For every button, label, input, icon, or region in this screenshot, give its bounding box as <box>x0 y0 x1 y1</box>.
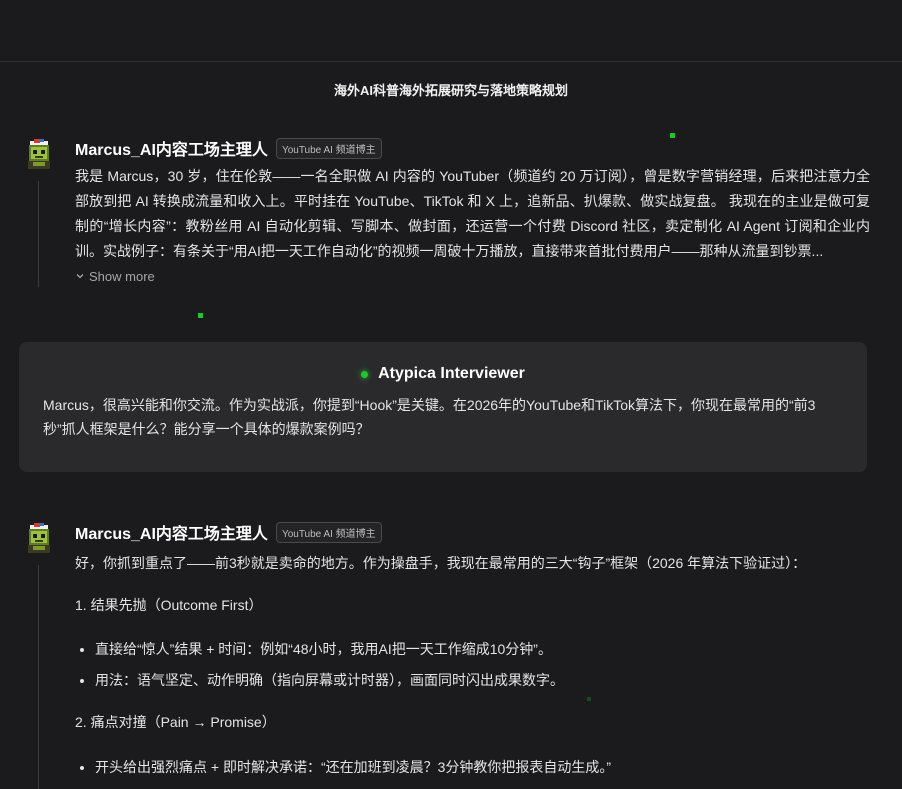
author-badge: YouTube AI 频道博主 <box>275 137 382 159</box>
list-item: 开头给出强烈痛点 + 即时解决承诺：“还在加班到凌晨？3分钟教你把报表自动生成。… <box>95 756 870 778</box>
persona-intro-message: Marcus_AI内容工场主理人 YouTube AI 频道博主 我是 Marc… <box>24 137 874 297</box>
interviewer-header: Atypica Interviewer <box>19 365 867 383</box>
interviewer-message: Atypica Interviewer Marcus，很高兴能和你交流。作为实战… <box>19 342 867 472</box>
author-row: Marcus_AI内容工场主理人 YouTube AI 频道博主 <box>75 137 870 159</box>
persona-intro-text: 我是 Marcus，30 岁，住在伦敦——一名全职做 AI 内容的 YouTub… <box>75 168 870 259</box>
decor-dot <box>198 313 203 318</box>
interviewer-question: Marcus，很高兴能和你交流。作为实战派，你提到“Hook”是关键。在2026… <box>43 397 816 437</box>
message-content: Marcus_AI内容工场主理人 YouTube AI 频道博主 好，你抓到重点… <box>75 521 870 778</box>
author-badge: YouTube AI 频道博主 <box>275 521 382 543</box>
avatar-icon[interactable] <box>24 137 54 171</box>
bullet-list: 直接给“惊人”结果 + 时间：例如“48小时，我用AI把一天工作缩成10分钟”。… <box>75 638 870 691</box>
top-bar <box>0 0 902 62</box>
interviewer-name: Atypica Interviewer <box>378 365 525 382</box>
reply-lead: 好，你抓到重点了——前3秒就是卖命的地方。作为操盘手，我现在最常用的三大“钩子”… <box>75 555 807 571</box>
author-name: Marcus_AI内容工场主理人 <box>75 526 268 543</box>
author-name: Marcus_AI内容工场主理人 <box>75 142 268 159</box>
section-heading: 2. 痛点对撞（Pain → Promise） <box>75 714 276 730</box>
message-content: Marcus_AI内容工场主理人 YouTube AI 频道博主 我是 Marc… <box>75 137 870 284</box>
bullet-list: 开头给出强烈痛点 + 即时解决承诺：“还在加班到凌晨？3分钟教你把报表自动生成。… <box>75 756 870 778</box>
author-row: Marcus_AI内容工场主理人 YouTube AI 频道博主 <box>75 521 870 543</box>
chevron-down-icon <box>75 269 85 284</box>
status-dot-icon <box>361 370 369 378</box>
list-item: 用法：语气坚定、动作明确（指向屏幕或计时器），画面同时闪出成果数字。 <box>95 669 870 691</box>
show-more-label: Show more <box>89 269 155 284</box>
avatar-icon[interactable] <box>24 521 54 555</box>
persona-reply-message: Marcus_AI内容工场主理人 YouTube AI 频道博主 好，你抓到重点… <box>24 521 874 789</box>
show-more-button[interactable]: Show more <box>75 269 870 284</box>
thread-line <box>38 181 39 287</box>
page-title: 海外AI科普海外拓展研究与落地策略规划 <box>333 83 568 98</box>
list-item: 直接给“惊人”结果 + 时间：例如“48小时，我用AI把一天工作缩成10分钟”。 <box>95 638 870 660</box>
section-heading: 1. 结果先抛（Outcome First） <box>75 597 263 613</box>
thread-line <box>38 565 39 789</box>
